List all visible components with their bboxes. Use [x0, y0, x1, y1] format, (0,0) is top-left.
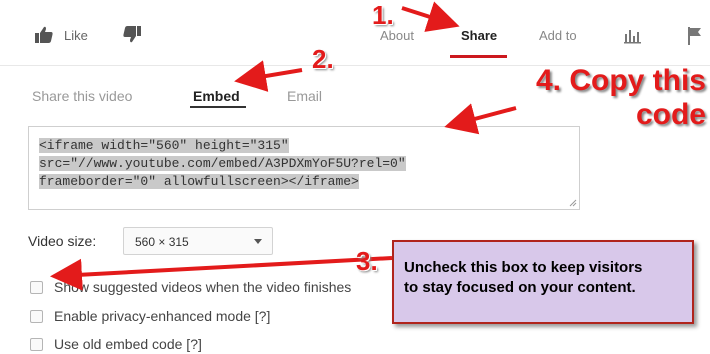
video-size-value: 560 × 315 — [135, 235, 189, 249]
tab-embed[interactable]: Embed — [193, 88, 240, 104]
arrow-step-2 — [234, 60, 303, 92]
embed-code-line: frameborder="0" allowfullscreen></iframe… — [39, 174, 359, 189]
embed-code-line: src="//www.youtube.com/embed/A3PDXmYoF5U… — [39, 156, 406, 171]
video-size-label: Video size: — [28, 233, 97, 249]
tab-email[interactable]: Email — [287, 88, 322, 104]
thumbs-down-icon — [123, 26, 141, 43]
checkbox[interactable] — [30, 280, 43, 294]
annotation-step-4-line-1: 4. Copy this — [535, 64, 706, 97]
checkbox[interactable] — [30, 337, 43, 351]
embed-code: <iframe width="560" height="315" src="//… — [39, 137, 406, 191]
tab-share-this-video[interactable]: Share this video — [32, 88, 132, 104]
annotation-callout: Uncheck this box to keep visitors to sta… — [392, 240, 694, 324]
option-privacy-enhanced-mode[interactable]: Enable privacy-enhanced mode [?] — [30, 307, 270, 325]
option-label: Enable privacy-enhanced mode [?] — [54, 308, 271, 324]
checkbox[interactable] — [30, 309, 43, 323]
option-show-suggested-videos[interactable]: Show suggested videos when the video fin… — [30, 278, 351, 296]
annotation-step-4: 4. Copy this code — [508, 64, 706, 132]
embed-code-line: <iframe width="560" height="315" — [39, 138, 289, 153]
annotation-step-2: 2. — [312, 44, 334, 74]
callout-line-2: to stay focused on your content. — [404, 279, 636, 296]
annotation-step-4-line-2: code — [635, 98, 706, 131]
thumbs-up-icon — [35, 26, 53, 43]
resize-grip-icon[interactable] — [569, 199, 577, 207]
flag-icon[interactable] — [686, 26, 704, 46]
action-bar: Like About Share Add to — [0, 0, 710, 66]
active-tab-indicator — [450, 55, 507, 58]
stats-icon[interactable] — [624, 28, 642, 44]
embed-tab-indicator — [190, 106, 246, 108]
option-old-embed-code[interactable]: Use old embed code [?] — [30, 335, 202, 353]
option-label: Use old embed code [?] — [54, 336, 202, 352]
like-label: Like — [64, 27, 88, 43]
arrow-step-3 — [50, 256, 393, 291]
embed-code-textarea[interactable]: <iframe width="560" height="315" src="//… — [28, 126, 580, 210]
callout-line-1: Uncheck this box to keep visitors — [404, 259, 643, 276]
video-size-select[interactable]: 560 × 315 — [123, 227, 273, 255]
dislike-button[interactable] — [122, 24, 142, 46]
annotation-step-3: 3. — [356, 246, 378, 276]
like-button[interactable]: Like — [34, 24, 88, 46]
option-label: Show suggested videos when the video fin… — [54, 279, 352, 295]
tab-share[interactable]: Share — [461, 28, 497, 43]
chevron-down-icon — [254, 239, 262, 244]
arrow-step-4 — [444, 103, 517, 135]
tab-add-to[interactable]: Add to — [539, 28, 577, 43]
annotation-step-1: 1. — [372, 0, 394, 30]
